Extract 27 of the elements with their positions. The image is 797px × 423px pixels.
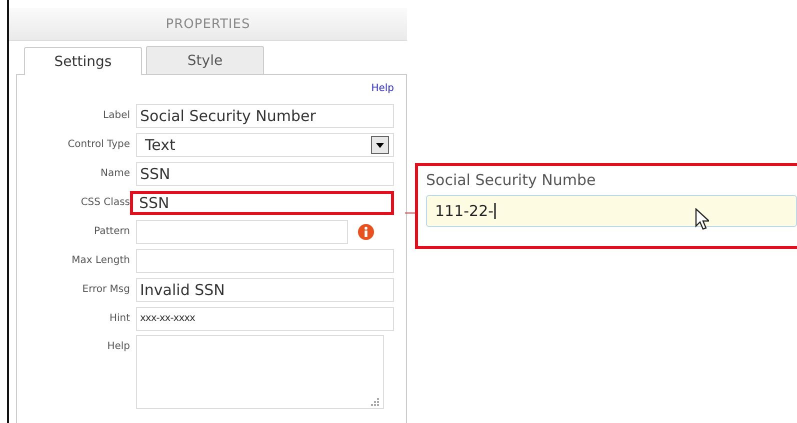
input-field[interactable]: Invalid SSN xyxy=(136,278,394,302)
input-field[interactable]: Social Security Number xyxy=(136,104,394,128)
tab[interactable]: Style xyxy=(146,46,264,74)
info-icon[interactable] xyxy=(358,224,374,240)
preview-label: Social Security Numbe xyxy=(426,171,597,189)
input-field[interactable]: xxx-xx-xxxx xyxy=(136,306,394,330)
input-field[interactable] xyxy=(136,220,348,244)
input-field[interactable]: SSN xyxy=(130,190,394,214)
mouse-pointer-icon xyxy=(695,208,709,230)
field-label: Max Length xyxy=(70,255,130,266)
resize-grip-icon xyxy=(370,397,380,407)
preview-input-field[interactable]: 111-22- xyxy=(426,195,797,227)
input-field[interactable]: SSN xyxy=(136,162,394,186)
field-label: CSS Class xyxy=(80,197,130,208)
field-label: Name xyxy=(99,168,130,179)
panel-header: PROPERTIES xyxy=(9,8,407,41)
field-label: Hint xyxy=(108,313,130,324)
field-label: Pattern xyxy=(93,226,130,237)
field-label: Error Msg xyxy=(81,284,130,295)
field-label: Label xyxy=(102,110,130,121)
field-label: Control Type xyxy=(66,139,130,150)
help-link[interactable]: Help xyxy=(371,83,394,99)
dropdown[interactable]: Text xyxy=(136,132,394,156)
text-area[interactable] xyxy=(136,335,384,409)
tab[interactable]: Settings xyxy=(24,47,142,75)
input-field[interactable] xyxy=(136,248,394,272)
field-label: Help xyxy=(106,341,130,352)
